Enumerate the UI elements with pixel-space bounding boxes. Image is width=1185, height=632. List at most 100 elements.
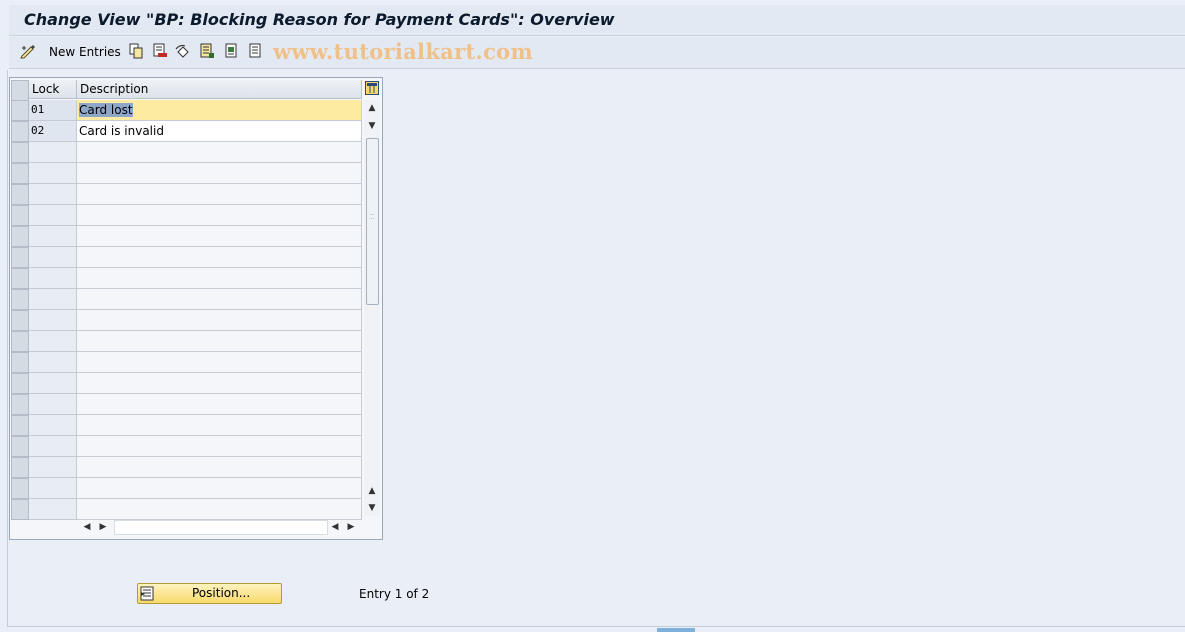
table-row[interactable] <box>29 394 362 415</box>
row-selector[interactable] <box>11 205 29 226</box>
table-row[interactable] <box>29 205 362 226</box>
lock-cell[interactable] <box>29 436 77 457</box>
row-selector[interactable] <box>11 121 29 142</box>
select-block-icon[interactable] <box>224 43 240 59</box>
scroll-thumb[interactable]: ⁚⁚ <box>366 138 379 305</box>
row-selector[interactable] <box>11 457 29 478</box>
scroll-down-icon[interactable]: ▼ <box>364 118 380 134</box>
description-cell[interactable]: Card is invalid <box>77 121 362 142</box>
table-row[interactable] <box>29 310 362 331</box>
table-row[interactable] <box>29 268 362 289</box>
table-row[interactable] <box>29 184 362 205</box>
table-row[interactable] <box>29 436 362 457</box>
lock-cell[interactable]: 01 <box>29 100 77 121</box>
description-cell[interactable] <box>77 394 362 415</box>
position-button[interactable]: Position... <box>137 583 282 604</box>
description-cell[interactable] <box>77 226 362 247</box>
lock-cell[interactable] <box>29 457 77 478</box>
lock-cell[interactable] <box>29 247 77 268</box>
scroll-track[interactable] <box>114 520 328 535</box>
table-row[interactable] <box>29 163 362 184</box>
description-cell[interactable] <box>77 436 362 457</box>
table-row[interactable] <box>29 352 362 373</box>
row-selector[interactable] <box>11 394 29 415</box>
copy-icon[interactable] <box>128 43 144 59</box>
lock-cell[interactable] <box>29 289 77 310</box>
row-selector[interactable] <box>11 268 29 289</box>
lock-cell[interactable] <box>29 373 77 394</box>
table-row[interactable]: 01 Card lost <box>29 100 362 121</box>
lock-cell[interactable] <box>29 226 77 247</box>
scroll-left-icon[interactable]: ◀ <box>328 519 342 535</box>
scroll-left-icon[interactable]: ◀ <box>80 519 94 535</box>
description-cell[interactable] <box>77 289 362 310</box>
description-cell[interactable] <box>77 310 362 331</box>
description-cell[interactable] <box>77 205 362 226</box>
description-cell[interactable] <box>77 478 362 499</box>
lock-cell[interactable] <box>29 205 77 226</box>
table-row[interactable] <box>29 457 362 478</box>
table-row[interactable] <box>29 415 362 436</box>
scroll-up-icon[interactable]: ▲ <box>364 100 380 116</box>
column-header-description[interactable]: Description <box>77 80 362 99</box>
description-cell[interactable] <box>77 163 362 184</box>
table-row[interactable] <box>29 331 362 352</box>
undo-icon[interactable] <box>175 43 191 59</box>
description-cell[interactable] <box>77 247 362 268</box>
row-selector[interactable] <box>11 331 29 352</box>
row-selector[interactable] <box>11 352 29 373</box>
row-selector[interactable] <box>11 163 29 184</box>
row-selector[interactable] <box>11 310 29 331</box>
lock-cell[interactable] <box>29 142 77 163</box>
new-entries-button[interactable]: New Entries <box>49 45 121 59</box>
table-row[interactable] <box>29 226 362 247</box>
row-selector[interactable] <box>11 499 29 520</box>
lock-cell[interactable] <box>29 478 77 499</box>
scroll-down-icon[interactable]: ▼ <box>364 500 380 516</box>
select-all-rows-button[interactable] <box>11 80 29 101</box>
table-row[interactable] <box>29 247 362 268</box>
lock-cell[interactable] <box>29 163 77 184</box>
table-row[interactable] <box>29 478 362 499</box>
lock-cell[interactable] <box>29 310 77 331</box>
description-cell[interactable] <box>77 457 362 478</box>
description-cell[interactable] <box>77 352 362 373</box>
row-selector[interactable] <box>11 142 29 163</box>
row-selector[interactable] <box>11 247 29 268</box>
description-cell[interactable]: Card lost <box>77 100 362 121</box>
select-all-icon[interactable] <box>199 43 215 59</box>
description-cell[interactable] <box>77 142 362 163</box>
table-row[interactable] <box>29 373 362 394</box>
description-cell[interactable] <box>77 499 362 520</box>
lock-cell[interactable] <box>29 352 77 373</box>
row-selector[interactable] <box>11 478 29 499</box>
scroll-right-icon[interactable]: ▶ <box>344 519 358 535</box>
lock-cell[interactable] <box>29 184 77 205</box>
description-cell[interactable] <box>77 268 362 289</box>
table-row[interactable] <box>29 499 362 520</box>
table-row[interactable] <box>29 142 362 163</box>
row-selector[interactable] <box>11 436 29 457</box>
horizontal-scrollbar[interactable]: ◀ ▶ ◀ ▶ <box>78 518 360 536</box>
delete-icon[interactable] <box>152 43 168 59</box>
scroll-up-icon[interactable]: ▲ <box>364 483 380 499</box>
lock-cell[interactable]: 02 <box>29 121 77 142</box>
column-header-lock[interactable]: Lock <box>29 80 77 99</box>
description-cell[interactable] <box>77 415 362 436</box>
description-cell[interactable] <box>77 373 362 394</box>
vertical-scrollbar[interactable]: ▲ ▼ ⁚⁚ ▲ ▼ <box>364 100 380 516</box>
lock-cell[interactable] <box>29 499 77 520</box>
lock-cell[interactable] <box>29 268 77 289</box>
table-row[interactable]: 02 Card is invalid <box>29 121 362 142</box>
description-cell[interactable] <box>77 184 362 205</box>
row-selector[interactable] <box>11 100 29 121</box>
lock-cell[interactable] <box>29 394 77 415</box>
row-selector[interactable] <box>11 184 29 205</box>
row-selector[interactable] <box>11 373 29 394</box>
lock-cell[interactable] <box>29 331 77 352</box>
display-change-icon[interactable] <box>20 43 36 59</box>
table-settings-icon[interactable] <box>365 81 379 95</box>
lock-cell[interactable] <box>29 415 77 436</box>
description-cell[interactable] <box>77 331 362 352</box>
deselect-all-icon[interactable] <box>248 43 264 59</box>
